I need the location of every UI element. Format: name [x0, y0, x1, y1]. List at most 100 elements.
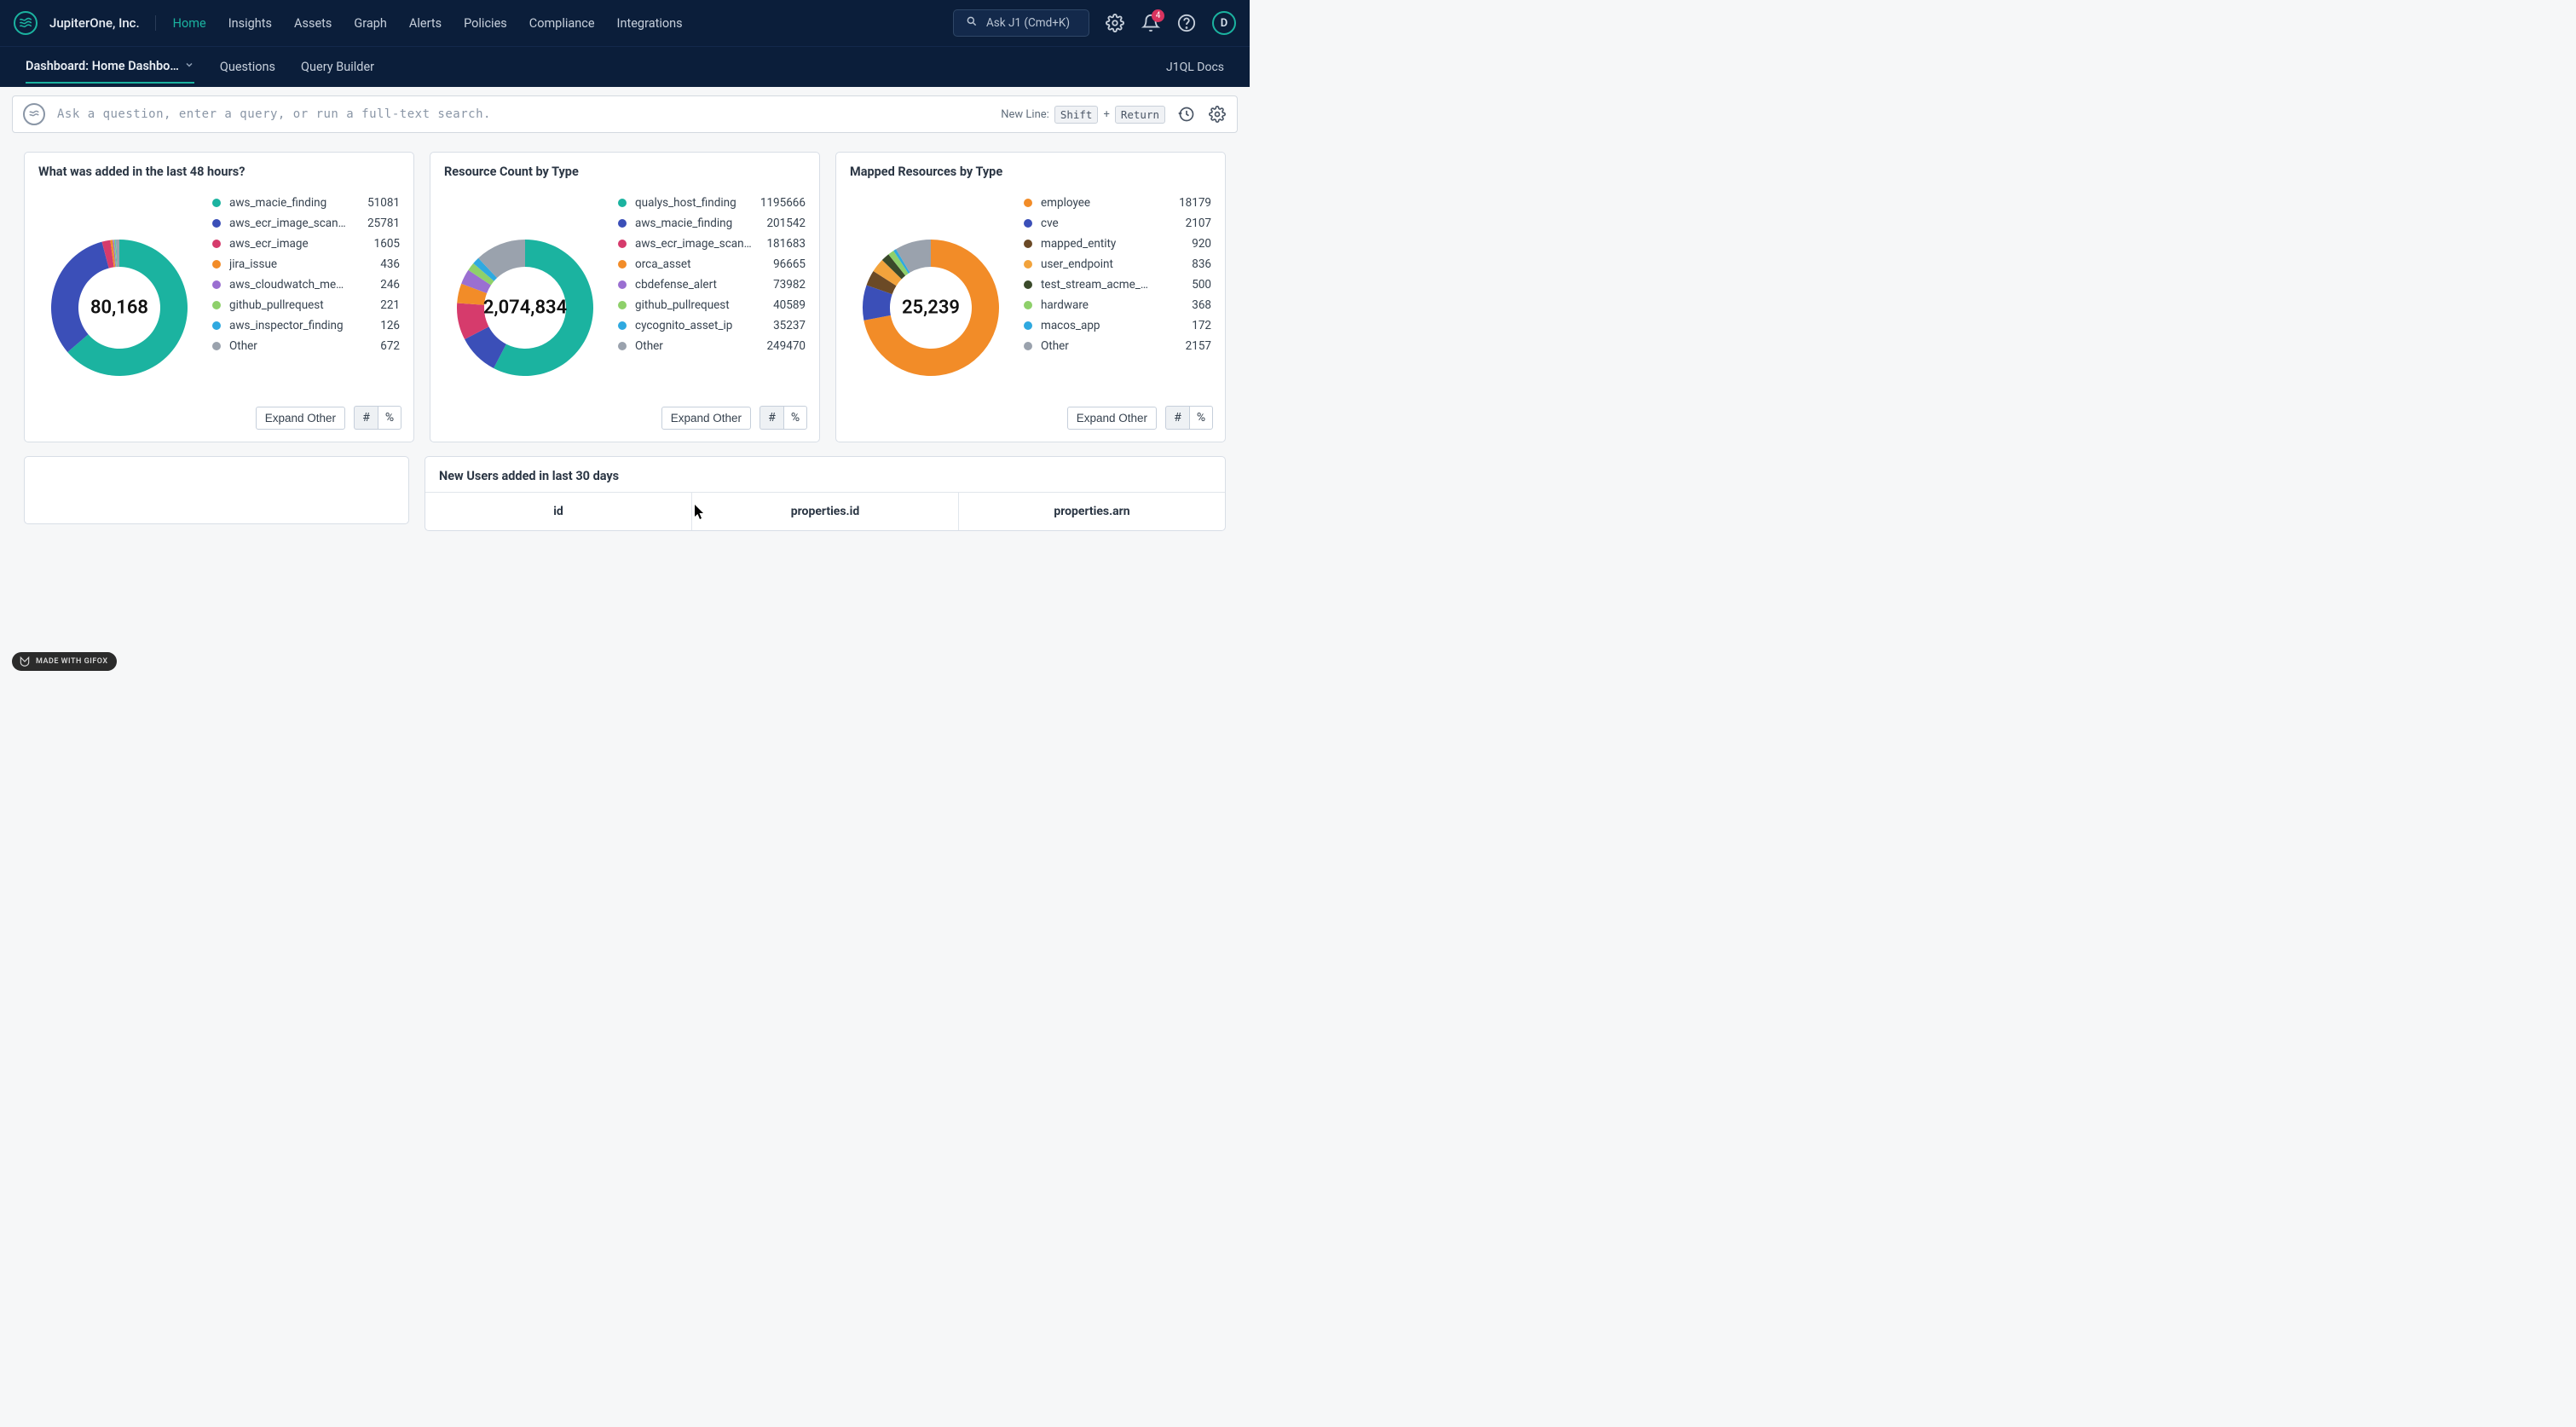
legend-name: aws_inspector_finding	[229, 319, 370, 332]
col-properties-arn[interactable]: properties.arn	[959, 493, 1225, 530]
legend-row[interactable]: macos_app 172	[1024, 315, 1211, 336]
legend-name: aws_macie_finding	[635, 217, 756, 230]
card-body: 2,074,834 qualys_host_finding 1195666 aw…	[430, 188, 819, 397]
nav-alerts[interactable]: Alerts	[409, 16, 442, 31]
legend-row[interactable]: mapped_entity 920	[1024, 234, 1211, 254]
nav-right: Ask J1 (Cmd+K) 4 D	[953, 9, 1236, 37]
questions-tab[interactable]: Questions	[220, 51, 275, 83]
legend-dot	[618, 342, 627, 350]
nav-graph[interactable]: Graph	[354, 16, 387, 31]
notification-badge: 4	[1152, 9, 1164, 22]
card-footer: Expand Other # %	[430, 397, 819, 442]
search-placeholder: Ask a question, enter a query, or run a …	[57, 107, 989, 121]
percent-toggle[interactable]: %	[378, 406, 401, 430]
dashboard-tab[interactable]: Dashboard: Home Dashbo…	[26, 50, 194, 84]
nav-links: Home Insights Assets Graph Alerts Polici…	[173, 16, 953, 31]
legend-row[interactable]: orca_asset 96665	[618, 254, 806, 274]
legend-row[interactable]: cbdefense_alert 73982	[618, 274, 806, 295]
legend-dot	[1024, 301, 1032, 309]
legend-row[interactable]: employee 18179	[1024, 193, 1211, 213]
legend-row[interactable]: jira_issue 436	[212, 254, 400, 274]
count-toggle[interactable]: #	[760, 406, 783, 430]
top-nav: JupiterOne, Inc. Home Insights Assets Gr…	[0, 0, 1250, 46]
col-properties-id[interactable]: properties.id	[692, 493, 959, 530]
legend-row[interactable]: aws_macie_finding 201542	[618, 213, 806, 234]
legend-dot	[1024, 280, 1032, 289]
legend-dot	[212, 301, 221, 309]
legend-row[interactable]: cycognito_asset_ip 35237	[618, 315, 806, 336]
legend-value: 25781	[367, 217, 400, 230]
legend-name: orca_asset	[635, 257, 763, 271]
legend-name: user_endpoint	[1041, 257, 1181, 271]
history-icon[interactable]	[1177, 105, 1196, 124]
notifications-icon[interactable]: 4	[1141, 13, 1161, 33]
legend-row[interactable]: hardware 368	[1024, 295, 1211, 315]
legend-value: 40589	[773, 298, 806, 312]
legend-row[interactable]: user_endpoint 836	[1024, 254, 1211, 274]
legend-row[interactable]: aws_ecr_image 1605	[212, 234, 400, 254]
legend-dot	[1024, 199, 1032, 207]
legend-name: github_pullrequest	[635, 298, 763, 312]
ask-j1-box[interactable]: Ask J1 (Cmd+K)	[953, 9, 1089, 37]
legend-dot	[618, 301, 627, 309]
legend-value: 126	[380, 319, 400, 332]
legend-dot	[212, 342, 221, 350]
settings-icon[interactable]	[1105, 13, 1125, 33]
legend-row[interactable]: aws_ecr_image_scan… 181683	[618, 234, 806, 254]
legend-row[interactable]: cve 2107	[1024, 213, 1211, 234]
nav-insights[interactable]: Insights	[228, 16, 272, 31]
nav-policies[interactable]: Policies	[464, 16, 507, 31]
legend-value: 181683	[766, 237, 806, 251]
legend-row[interactable]: aws_cloudwatch_me… 246	[212, 274, 400, 295]
count-toggle[interactable]: #	[1165, 406, 1189, 430]
nav-assets[interactable]: Assets	[294, 16, 332, 31]
nav-compliance[interactable]: Compliance	[529, 16, 595, 31]
donut-total: 80,168	[90, 298, 148, 319]
legend-name: aws_macie_finding	[229, 196, 357, 210]
new-users-title: New Users added in last 30 days	[425, 457, 1225, 492]
legend-value: 836	[1192, 257, 1211, 271]
legend-row[interactable]: Other 2157	[1024, 336, 1211, 356]
card-title: Mapped Resources by Type	[836, 153, 1225, 188]
col-id[interactable]: id	[425, 493, 692, 530]
legend-row[interactable]: Other 249470	[618, 336, 806, 356]
legend-row[interactable]: Other 672	[212, 336, 400, 356]
legend-name: mapped_entity	[1041, 237, 1181, 251]
expand-other-button[interactable]: Expand Other	[256, 407, 345, 430]
legend-dot	[618, 280, 627, 289]
ask-j1-label: Ask J1 (Cmd+K)	[986, 16, 1070, 30]
brand-logo[interactable]	[14, 11, 38, 35]
card-footer: Expand Other # %	[836, 397, 1225, 442]
legend-row[interactable]: aws_ecr_image_scan… 25781	[212, 213, 400, 234]
legend-name: macos_app	[1041, 319, 1181, 332]
brand-name[interactable]: JupiterOne, Inc.	[49, 15, 156, 31]
count-toggle[interactable]: #	[354, 406, 378, 430]
legend-row[interactable]: github_pullrequest 40589	[618, 295, 806, 315]
legend-row[interactable]: github_pullrequest 221	[212, 295, 400, 315]
legend-name: Other	[1041, 339, 1175, 353]
expand-other-button[interactable]: Expand Other	[661, 407, 751, 430]
legend-row[interactable]: qualys_host_finding 1195666	[618, 193, 806, 213]
nav-home[interactable]: Home	[173, 16, 206, 31]
j1ql-docs-link[interactable]: J1QL Docs	[1166, 61, 1224, 74]
nav-integrations[interactable]: Integrations	[617, 16, 683, 31]
expand-other-button[interactable]: Expand Other	[1067, 407, 1157, 430]
sub-nav: Dashboard: Home Dashbo… Questions Query …	[0, 46, 1250, 87]
legend-row[interactable]: test_stream_acme_… 500	[1024, 274, 1211, 295]
percent-toggle[interactable]: %	[1189, 406, 1213, 430]
chart-card-1: Resource Count by Type2,074,834 qualys_h…	[430, 152, 820, 442]
legend-row[interactable]: aws_inspector_finding 126	[212, 315, 400, 336]
query-builder-tab[interactable]: Query Builder	[301, 51, 374, 83]
legend-row[interactable]: aws_macie_finding 51081	[212, 193, 400, 213]
help-icon[interactable]	[1176, 13, 1197, 33]
legend-dot	[212, 199, 221, 207]
legend-value: 672	[380, 339, 400, 353]
search-bar[interactable]: Ask a question, enter a query, or run a …	[12, 95, 1238, 133]
card-title: What was added in the last 48 hours?	[25, 153, 413, 188]
legend-value: 2157	[1186, 339, 1211, 353]
card-body: 25,239 employee 18179 cve 2107 mapped_en…	[836, 188, 1225, 397]
user-avatar[interactable]: D	[1212, 11, 1236, 35]
legend-name: Other	[635, 339, 756, 353]
percent-toggle[interactable]: %	[783, 406, 807, 430]
search-settings-icon[interactable]	[1208, 105, 1227, 124]
